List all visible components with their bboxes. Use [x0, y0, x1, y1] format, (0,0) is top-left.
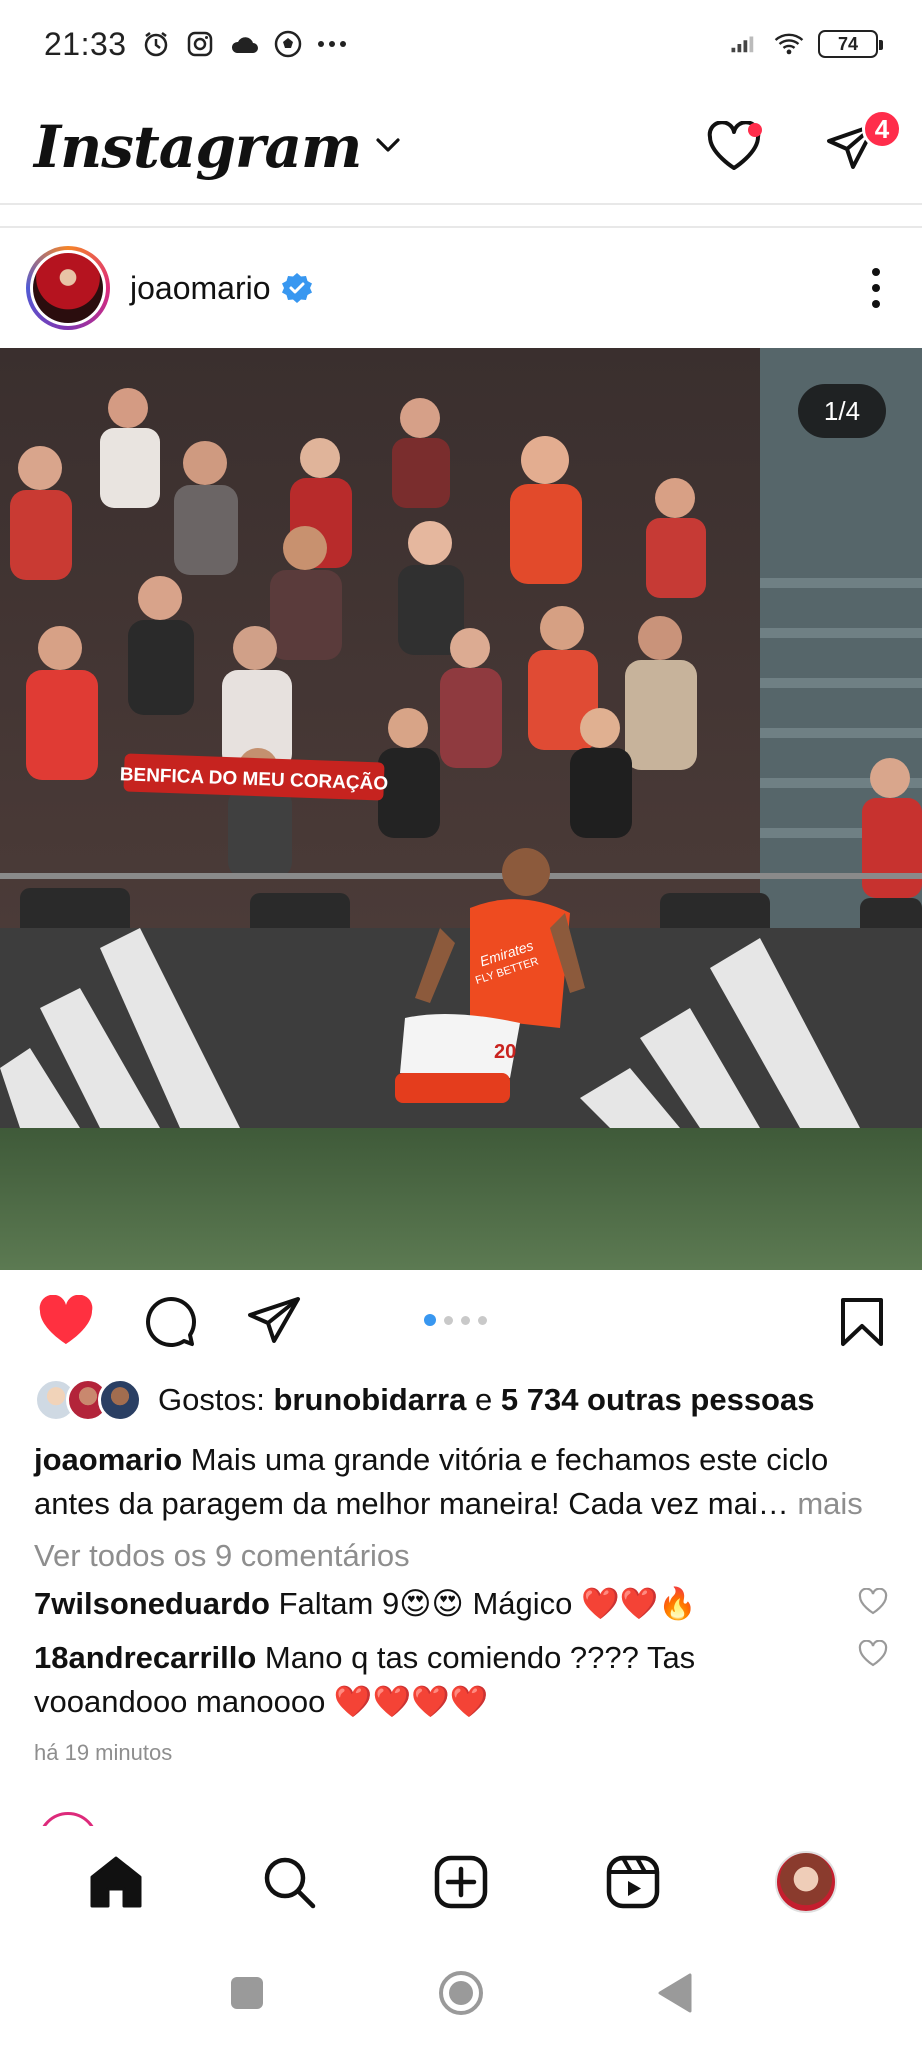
wifi-icon — [774, 29, 804, 59]
system-navigation-bar — [0, 1938, 922, 2048]
share-button[interactable] — [242, 1289, 306, 1353]
bookmark-icon — [841, 1298, 883, 1346]
caption-author[interactable]: joaomario — [34, 1442, 182, 1477]
comment-item: 7wilsoneduardo Faltam 9😍😍 Mágico ❤️❤️🔥 — [34, 1582, 854, 1626]
likes-summary[interactable]: Gostos: brunobidarra e 5 734 outras pess… — [34, 1378, 814, 1422]
nav-search[interactable] — [254, 1847, 324, 1917]
liker-avatars — [34, 1378, 142, 1422]
circle-icon — [439, 1971, 483, 2015]
create-post-icon — [434, 1855, 488, 1909]
carousel-dots — [424, 1314, 487, 1326]
alarm-icon — [141, 29, 171, 59]
reels-icon — [607, 1855, 660, 1909]
carousel-dot — [478, 1315, 487, 1325]
like-button[interactable] — [34, 1289, 98, 1353]
direct-messages-button[interactable]: 4 — [822, 109, 902, 177]
nav-reels[interactable] — [598, 1847, 668, 1917]
nav-home[interactable] — [81, 1847, 151, 1917]
avatar — [33, 253, 103, 323]
status-time: 21:33 — [44, 25, 127, 62]
battery-icon: 74 — [818, 30, 883, 58]
nav-create[interactable] — [426, 1847, 496, 1917]
carousel-dot — [461, 1315, 470, 1325]
comment-author[interactable]: 18andrecarrillo — [34, 1640, 256, 1675]
comment-author[interactable]: 7wilsoneduardo — [34, 1586, 270, 1621]
activity-button[interactable] — [704, 117, 764, 177]
instagram-notification-icon — [185, 29, 215, 59]
post-photo[interactable]: BENFICA DO MEU CORAÇÃO Emirates FLY BETT… — [0, 348, 922, 1270]
recents-button[interactable] — [220, 1966, 274, 2020]
bottom-nav — [0, 1826, 922, 1938]
comment-button[interactable] — [138, 1289, 202, 1353]
home-icon — [90, 1856, 142, 1908]
chevron-down-icon — [375, 137, 401, 158]
avatar — [98, 1378, 142, 1422]
more-vertical-icon — [872, 268, 880, 308]
status-bar: 21:33 74 — [0, 0, 922, 88]
heart-outline-icon — [858, 1587, 888, 1615]
verified-badge-icon — [281, 272, 313, 304]
post-header: joaomario — [0, 228, 922, 348]
notification-dot — [748, 123, 762, 137]
more-notifications-icon — [317, 29, 347, 59]
comment-text: Faltam 9😍😍 Mágico ❤️❤️🔥 — [278, 1586, 697, 1621]
carousel-page-counter: 1/4 — [798, 384, 886, 438]
svg-text:20: 20 — [494, 1041, 516, 1063]
send-icon — [248, 1297, 300, 1343]
search-icon — [264, 1857, 315, 1909]
save-button[interactable] — [834, 1292, 890, 1352]
signal-icon — [730, 29, 760, 59]
view-all-comments-link[interactable]: Ver todos os 9 comentários — [34, 1538, 410, 1574]
carousel-dot-active — [424, 1314, 436, 1326]
back-button[interactable] — [648, 1966, 702, 2020]
post-timestamp: há 19 minutos — [34, 1740, 173, 1765]
dm-badge: 4 — [862, 109, 902, 149]
instagram-logo: Instagram — [34, 113, 362, 181]
first-liker-link[interactable]: brunobidarra — [273, 1382, 466, 1417]
post-author-avatar[interactable] — [26, 246, 110, 330]
profile-avatar — [774, 1851, 837, 1913]
square-icon — [231, 1977, 263, 2009]
likes-text: Gostos: brunobidarra e 5 734 outras pess… — [158, 1382, 815, 1417]
heart-filled-icon — [39, 1295, 93, 1344]
cloud-icon — [229, 29, 259, 59]
heart-outline-icon — [858, 1639, 888, 1667]
carousel-dot — [444, 1315, 453, 1325]
account-switcher[interactable]: Instagram — [34, 113, 401, 181]
post-username[interactable]: joaomario — [130, 270, 271, 307]
app-header: Instagram 4 — [0, 88, 922, 206]
post-options-button[interactable] — [856, 258, 896, 318]
soccer-ball-icon — [273, 29, 303, 59]
nav-profile[interactable] — [771, 1847, 841, 1917]
stories-divider — [0, 203, 922, 205]
battery-level: 74 — [837, 33, 859, 54]
caption-more-link[interactable]: mais — [797, 1486, 862, 1521]
other-likers-link[interactable]: 5 734 outras pessoas — [501, 1382, 815, 1417]
comment-like-button[interactable] — [858, 1639, 888, 1670]
post-photo-illustration: BENFICA DO MEU CORAÇÃO Emirates FLY BETT… — [0, 348, 922, 1270]
comment-like-button[interactable] — [858, 1587, 888, 1618]
comment-icon — [146, 1297, 196, 1347]
home-button[interactable] — [434, 1966, 488, 2020]
post-caption: joaomario Mais uma grande vitória e fech… — [34, 1438, 894, 1526]
triangle-back-icon — [658, 1973, 692, 2013]
comment-item: 18andrecarrillo Mano q tas comiendo ????… — [34, 1636, 854, 1724]
